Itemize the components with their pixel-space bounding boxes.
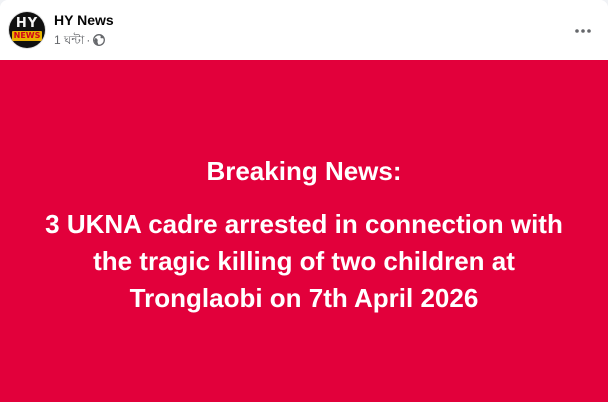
post-headline: Breaking News:: [206, 156, 402, 186]
meta-separator: ·: [86, 33, 91, 47]
avatar-logo-badge: NEWS: [12, 31, 42, 41]
post-meta: 1 ঘন্টা ·: [54, 32, 106, 48]
story-line: the tragic killing of two children at: [93, 246, 515, 276]
story-line: 3 UKNA cadre arrested in connection with: [45, 209, 563, 239]
story-line: Tronglaobi on 7th April 2026: [129, 283, 479, 313]
avatar-logo-text: HY: [15, 16, 39, 31]
more-options-button[interactable]: [568, 16, 598, 46]
globe-icon[interactable]: [93, 34, 106, 46]
post-card: HY NEWS HY News 1 ঘন্টা · Breaking News:…: [0, 0, 608, 402]
post-story: 3 UKNA cadre arrested in connection with…: [20, 206, 588, 317]
author-name[interactable]: HY News: [54, 12, 114, 29]
post-header: HY NEWS HY News 1 ঘন্টা ·: [0, 0, 608, 60]
avatar[interactable]: HY NEWS: [9, 12, 45, 48]
post-timestamp[interactable]: 1 ঘন্টা: [54, 32, 84, 48]
more-options-icon: [575, 29, 591, 33]
